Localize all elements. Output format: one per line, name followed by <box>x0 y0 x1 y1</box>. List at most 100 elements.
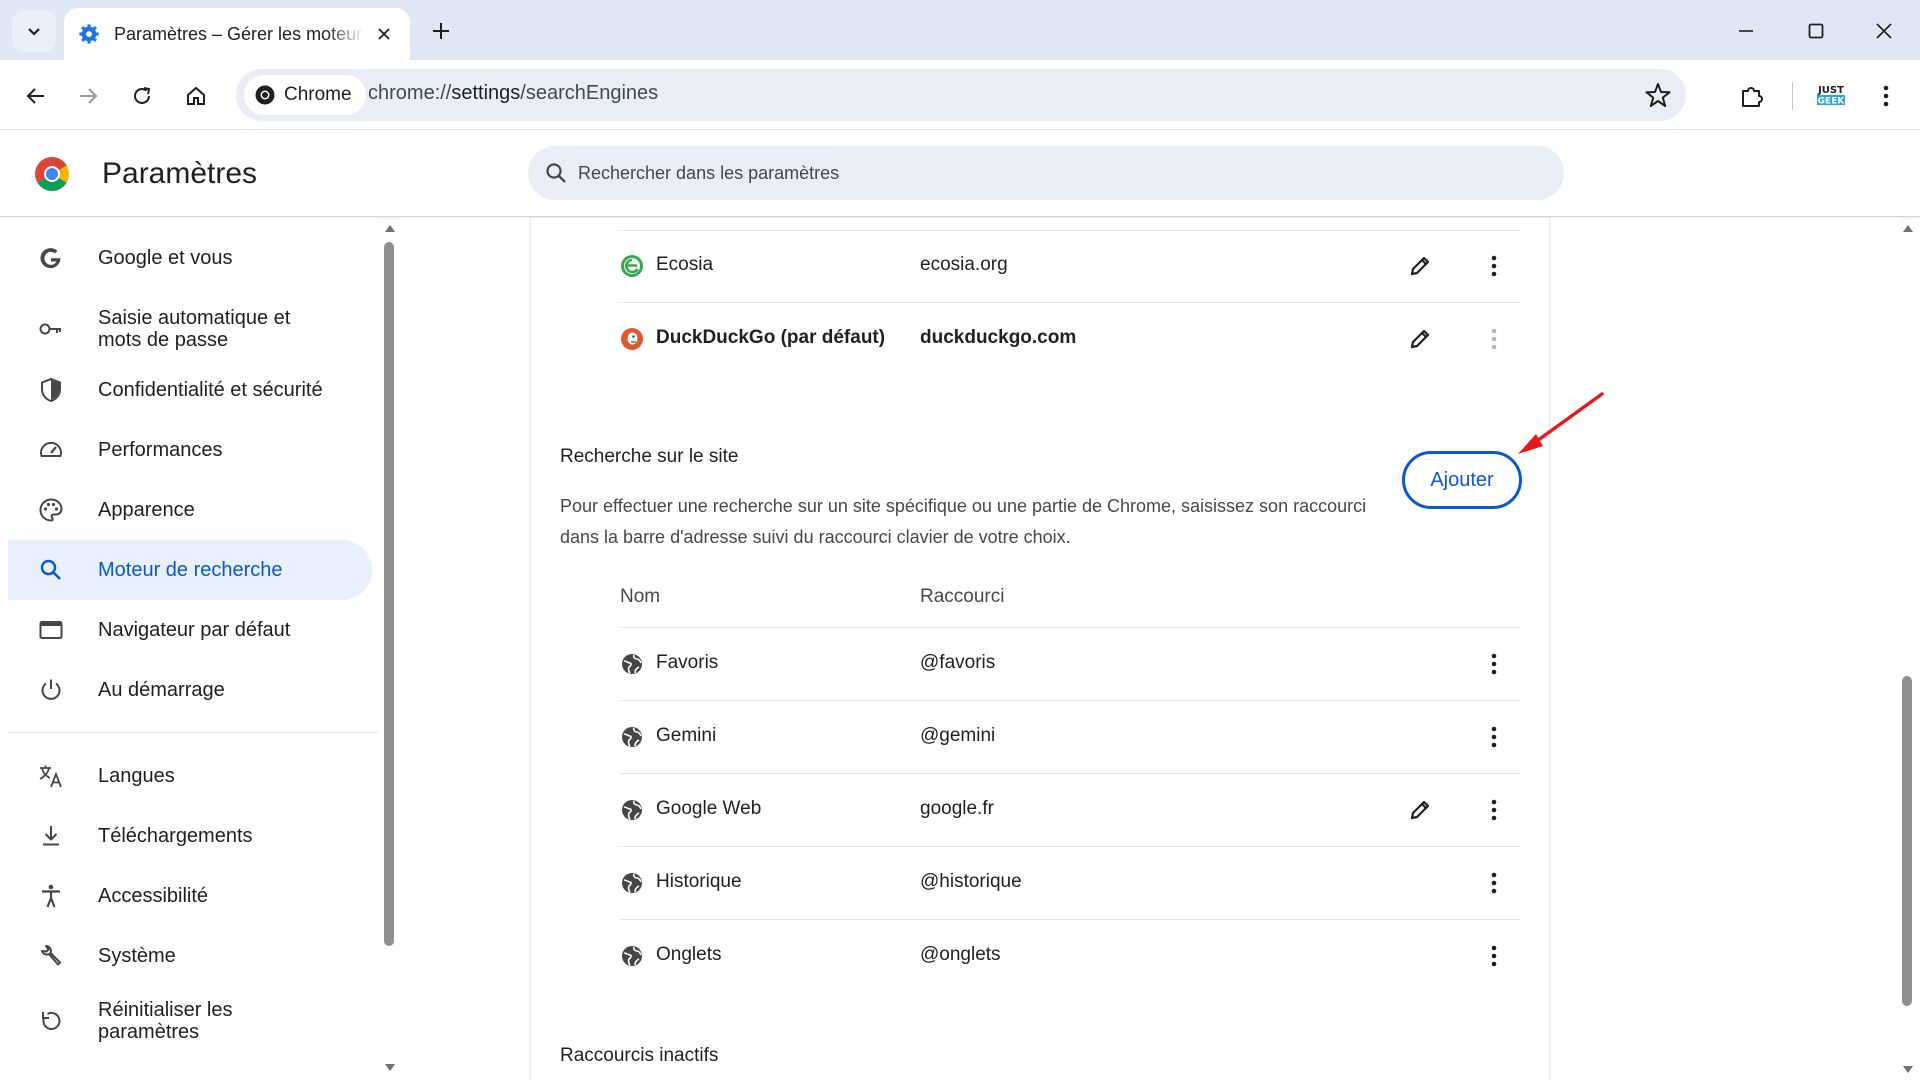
url-main: settings <box>451 82 521 104</box>
scroll-up-arrow-icon[interactable] <box>384 222 396 234</box>
pencil-icon <box>1410 256 1430 276</box>
scroll-down-arrow-icon[interactable] <box>384 1062 396 1074</box>
settings-gear-icon <box>79 24 99 44</box>
extensions-button[interactable] <box>1732 76 1772 116</box>
plus-icon <box>433 23 449 39</box>
settings-search-input[interactable] <box>578 146 1478 200</box>
scroll-down-arrow-icon[interactable] <box>1902 1064 1914 1076</box>
tab-close-button[interactable] <box>372 22 396 46</box>
sidebar-item-label: Navigateur par défaut <box>98 619 291 641</box>
justgeek-extension-icon[interactable]: JUST GEEK <box>1814 82 1848 108</box>
engine-shortcut: ecosia.org <box>920 254 1008 275</box>
url-text[interactable]: chrome://settings/searchEngines <box>368 82 658 105</box>
more-vertical-icon <box>1491 799 1497 821</box>
sidebar-item-google[interactable]: Google et vous <box>8 228 372 288</box>
sidebar-item-appearance[interactable]: Apparence <box>8 480 372 540</box>
sidebar-item-downloads[interactable]: Téléchargements <box>8 806 372 866</box>
scroll-up-arrow-icon[interactable] <box>1902 222 1914 234</box>
sidebar-item-privacy[interactable]: Confidentialité et sécurité <box>8 360 372 420</box>
sidebar-item-label: Performances <box>98 439 223 461</box>
sidebar-item-reset[interactable]: Réinitialiser les paramètres <box>8 986 372 1056</box>
sidebar-item-label: Saisie automatique et mots de passe <box>98 307 290 351</box>
edit-button[interactable] <box>1404 323 1436 355</box>
close-window-button[interactable] <box>1864 12 1904 50</box>
site-search-row-favoris: Favoris @favoris <box>620 628 1520 701</box>
more-actions-button[interactable] <box>1478 867 1510 899</box>
sidebar-item-label-line1: Saisie automatique et <box>98 307 291 329</box>
engine-row-duckduckgo: DuckDuckGo (par défaut) duckduckgo.com <box>620 303 1520 376</box>
reload-button[interactable] <box>122 76 162 116</box>
new-tab-button[interactable] <box>426 16 456 46</box>
globe-icon <box>622 873 642 893</box>
bookmark-star-icon[interactable] <box>1644 81 1672 109</box>
sidebar-item-languages[interactable]: Langues <box>8 746 372 806</box>
toolbar-separator <box>1792 82 1793 110</box>
sidebar-item-label: Accessibilité <box>98 885 209 907</box>
chevron-down-icon <box>28 28 40 36</box>
site-search-shortcut: google.fr <box>920 798 994 819</box>
add-site-search-button[interactable]: Ajouter <box>1402 451 1522 509</box>
settings-search[interactable] <box>528 146 1564 200</box>
sidebar-scrollbar-thumb[interactable] <box>384 242 394 946</box>
site-search-row-onglets: Onglets @onglets <box>620 920 1520 993</box>
more-vertical-icon <box>1491 872 1497 894</box>
sidebar-item-autofill[interactable]: Saisie automatique et mots de passe <box>8 294 372 364</box>
url-suffix: /searchEngines <box>520 82 659 104</box>
key-icon <box>39 323 61 335</box>
site-search-name: Google Web <box>656 798 762 819</box>
tab-strip: Paramètres – Gérer les moteurs de recher… <box>0 0 1920 60</box>
site-search-shortcut: @onglets <box>920 944 1001 965</box>
sidebar-item-on-startup[interactable]: Au démarrage <box>8 660 372 720</box>
more-actions-button[interactable] <box>1478 721 1510 753</box>
engine-name: DuckDuckGo (par défaut) <box>656 327 886 348</box>
power-icon <box>41 679 61 700</box>
more-actions-button[interactable] <box>1478 648 1510 680</box>
more-actions-button[interactable] <box>1478 250 1510 282</box>
address-bar[interactable]: Chrome chrome://settings/searchEngines <box>236 69 1686 121</box>
more-actions-button[interactable] <box>1478 940 1510 972</box>
more-vertical-icon <box>1491 653 1497 675</box>
wrench-icon <box>41 945 61 966</box>
more-actions-button[interactable] <box>1478 794 1510 826</box>
ecosia-icon <box>621 255 643 277</box>
sidebar-item-label: Téléchargements <box>98 825 253 847</box>
minimize-button[interactable] <box>1726 12 1766 50</box>
site-search-row-gemini: Gemini @gemini <box>620 701 1520 774</box>
browser-menu-button[interactable] <box>1866 76 1906 116</box>
arrow-left-icon <box>26 88 44 104</box>
site-info-chip[interactable]: Chrome <box>244 75 366 115</box>
arrow-right-icon <box>80 88 98 104</box>
translate-icon <box>39 765 62 788</box>
home-button[interactable] <box>176 76 216 116</box>
sidebar-divider <box>8 732 378 733</box>
forward-button[interactable] <box>68 76 108 116</box>
more-vertical-icon <box>1883 85 1889 107</box>
tab-search-button[interactable] <box>12 10 56 52</box>
settings-header: Paramètres <box>0 131 1920 217</box>
main-scrollbar-thumb[interactable] <box>1902 676 1912 1006</box>
chrome-logo-icon <box>35 157 69 191</box>
sidebar-item-label-line1: Réinitialiser les <box>98 999 233 1021</box>
site-search-name: Onglets <box>656 944 722 965</box>
sidebar-item-search-engine[interactable]: Moteur de recherche <box>8 540 372 600</box>
close-icon <box>378 28 390 40</box>
site-search-name: Historique <box>656 871 742 892</box>
maximize-button[interactable] <box>1796 12 1836 50</box>
svg-text:GEEK: GEEK <box>1818 97 1846 107</box>
more-actions-button-disabled <box>1478 323 1510 355</box>
sidebar-item-system[interactable]: Système <box>8 926 372 986</box>
sidebar-item-label: Langues <box>98 765 175 787</box>
engine-row-ecosia: Ecosia ecosia.org <box>620 230 1520 303</box>
sidebar-item-label: Google et vous <box>98 247 233 269</box>
more-vertical-icon <box>1491 255 1497 277</box>
back-button[interactable] <box>16 76 56 116</box>
sidebar-item-accessibility[interactable]: Accessibilité <box>8 866 372 926</box>
sidebar-item-label: Réinitialiser les paramètres <box>98 999 233 1043</box>
sidebar-item-default-browser[interactable]: Navigateur par défaut <box>8 600 372 660</box>
puzzle-icon <box>1742 87 1763 107</box>
edit-button[interactable] <box>1404 250 1436 282</box>
sidebar-item-performance[interactable]: Performances <box>8 420 372 480</box>
edit-button[interactable] <box>1404 794 1436 826</box>
active-tab[interactable]: Paramètres – Gérer les moteurs de recher… <box>64 8 410 60</box>
chip-label: Chrome <box>284 84 352 105</box>
